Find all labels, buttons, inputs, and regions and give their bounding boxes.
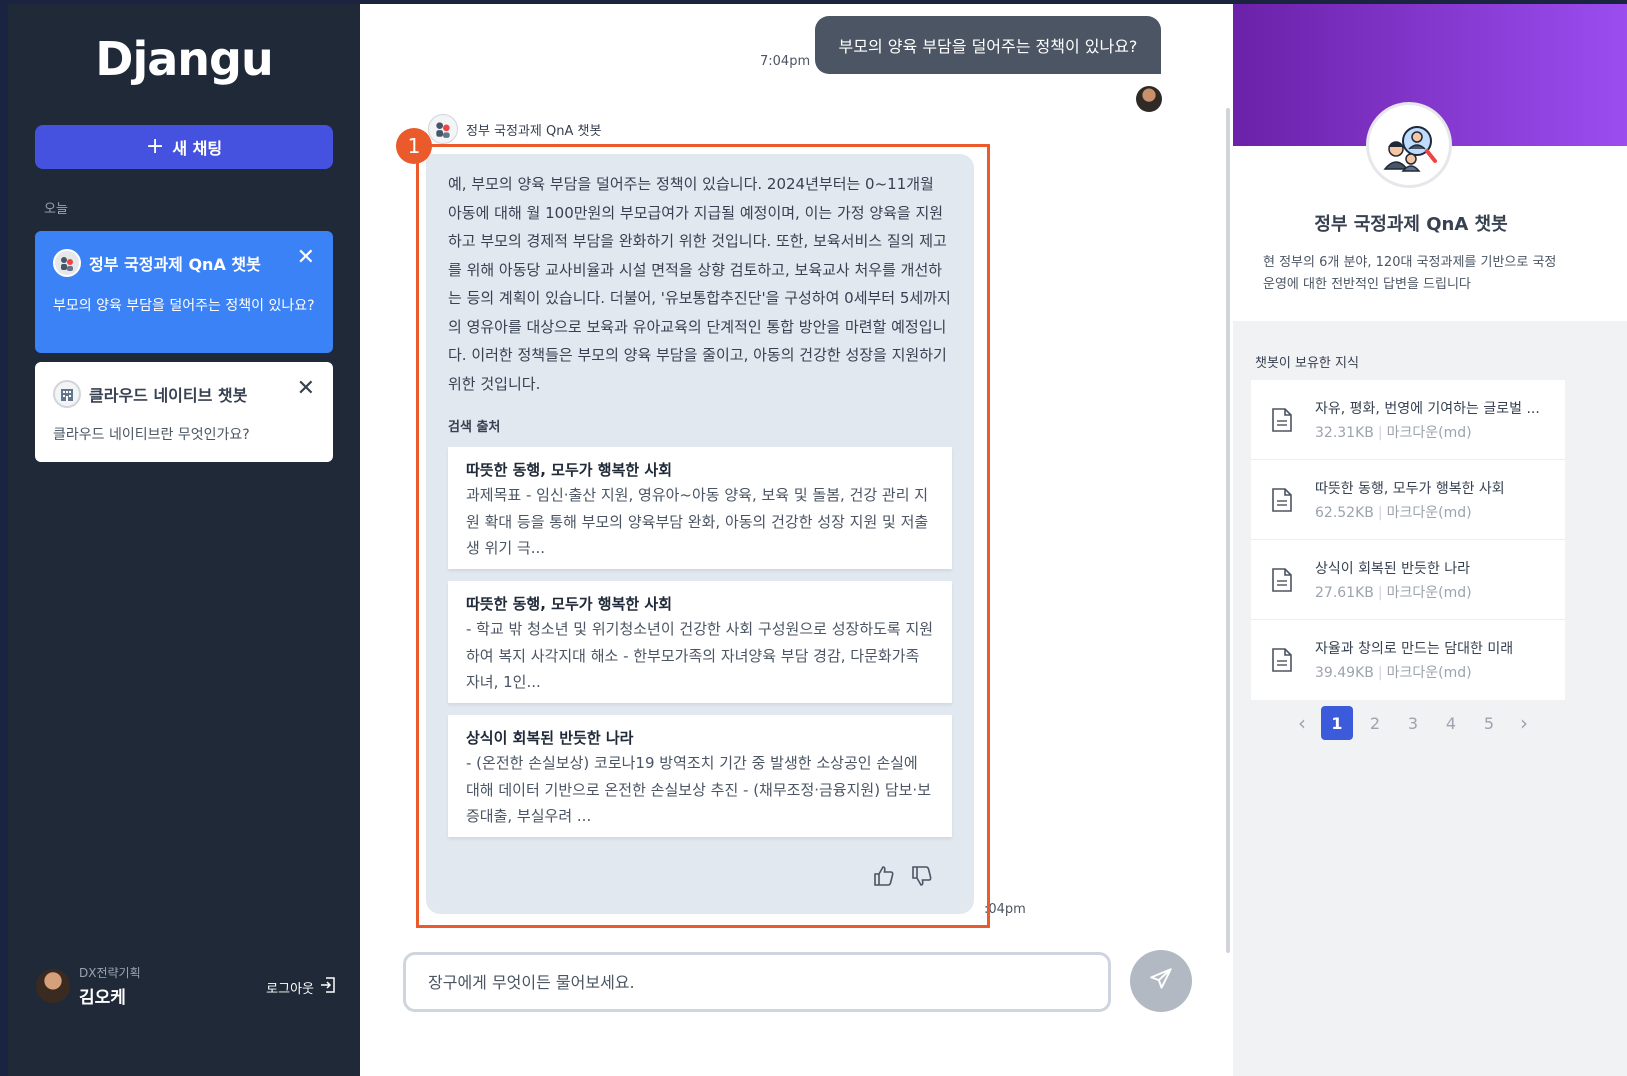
section-today-label: 오늘 xyxy=(44,202,68,217)
chat-item[interactable]: 클라우드 네이티브 챗봇 ✕ 클라우드 네이티브란 무엇인가요? xyxy=(35,362,333,462)
message-time: 7:04pm xyxy=(760,54,811,69)
knowledge-file-item[interactable]: 상식이 회복된 반듯한 나라 27.61KB | 마크다운(md) xyxy=(1251,540,1565,620)
source-card[interactable]: 상식이 회복된 반듯한 나라 - (온전한 손실보상) 코로나19 방역조치 기… xyxy=(448,715,952,837)
page-button[interactable]: 1 xyxy=(1321,706,1353,740)
bot-info-panel: 정부 국정과제 QnA 챗봇 현 정부의 6개 분야, 120대 국정과제를 기… xyxy=(1233,4,1627,1076)
source-title: 따뜻한 동행, 모두가 행복한 사회 xyxy=(466,595,672,613)
user-message: 부모의 양육 부담을 덜어주는 정책이 있나요? xyxy=(815,16,1161,74)
bot-avatar-icon xyxy=(428,114,458,144)
knowledge-list: 자유, 평화, 번영에 기여하는 글로벌 ... 32.31KB | 마크다운(md… xyxy=(1251,380,1565,700)
knowledge-file-item[interactable]: 자율과 창의로 만드는 담대한 미래 39.49KB | 마크다운(md) xyxy=(1251,620,1565,700)
document-icon xyxy=(1272,648,1292,672)
source-title: 따뜻한 동행, 모두가 행복한 사회 xyxy=(466,461,672,479)
knowledge-file-item[interactable]: 자유, 평화, 번영에 기여하는 글로벌 ... 32.31KB | 마크다운(md… xyxy=(1251,380,1565,460)
file-name: 상식이 회복된 반듯한 나라 xyxy=(1315,560,1471,577)
send-button[interactable] xyxy=(1130,950,1192,1012)
chat-item-active[interactable]: 정부 국정과제 QnA 챗봇 ✕ 부모의 양육 부담을 덜어주는 정책이 있나요… xyxy=(35,231,333,353)
bot-header: 정부 국정과제 QnA 챗봇 xyxy=(428,114,601,144)
bot-description: 현 정부의 6개 분야, 120대 국정과제를 기반으로 국정 운영에 대한 전… xyxy=(1263,255,1557,292)
avatar xyxy=(1136,86,1162,112)
annotation-badge: 1 xyxy=(396,128,432,164)
user-profile: DX전략기획 김오케 로그아웃 xyxy=(36,964,336,1008)
knowledge-label: 챗봇이 보유한 지식 xyxy=(1255,356,1359,371)
logout-label: 로그아웃 xyxy=(266,981,314,997)
chevron-left-icon[interactable]: ‹ xyxy=(1289,711,1315,735)
send-icon xyxy=(1148,966,1174,996)
plus-icon: + xyxy=(145,134,165,159)
app-logo: Djangu xyxy=(95,32,273,86)
close-icon[interactable]: ✕ xyxy=(297,247,315,269)
close-icon[interactable]: ✕ xyxy=(297,378,315,400)
file-type: 마크다운(md) xyxy=(1386,584,1472,601)
chevron-right-icon[interactable]: › xyxy=(1511,711,1537,735)
file-type: 마크다운(md) xyxy=(1386,424,1472,441)
feedback-buttons xyxy=(872,864,934,892)
avatar xyxy=(36,969,70,1003)
source-card[interactable]: 따뜻한 동행, 모두가 행복한 사회 과제목표 - 임신·출산 지원, 영유아~… xyxy=(448,447,952,569)
file-size: 27.61KB xyxy=(1315,584,1374,601)
page-button[interactable]: 2 xyxy=(1359,706,1391,740)
message-input-box[interactable] xyxy=(403,952,1111,1012)
file-size: 32.31KB xyxy=(1315,424,1374,441)
chat-item-preview: 클라우드 네이티브란 무엇인가요? xyxy=(53,427,250,443)
source-title: 상식이 회복된 반듯한 나라 xyxy=(466,729,634,747)
pagination: ‹ 1 2 3 4 5 › xyxy=(1289,706,1537,740)
document-icon xyxy=(1272,487,1292,512)
bot-avatar-icon xyxy=(53,249,81,277)
message-input[interactable] xyxy=(428,972,1086,992)
thumbs-up-icon[interactable] xyxy=(872,864,896,892)
source-card[interactable]: 따뜻한 동행, 모두가 행복한 사회 - 학교 밖 청소년 및 위기청소년이 건… xyxy=(448,581,952,703)
sidebar: Djangu + 새 채팅 오늘 정부 국정과제 QnA 챗봇 ✕ 부모의 양육… xyxy=(8,4,360,1076)
file-type: 마크다운(md) xyxy=(1386,504,1472,521)
new-chat-label: 새 채팅 xyxy=(172,139,223,158)
page-button[interactable]: 4 xyxy=(1435,706,1467,740)
app-frame: Djangu + 새 채팅 오늘 정부 국정과제 QnA 챗봇 ✕ 부모의 양육… xyxy=(8,4,1627,1076)
source-text: 과제목표 - 임신·출산 지원, 영유아~아동 양육, 보육 및 돌봄, 건강 … xyxy=(466,486,929,557)
message-time: :04pm xyxy=(984,902,1026,917)
sources-label: 검색 출처 xyxy=(448,420,501,435)
bot-message: 예, 부모의 양육 부담을 덜어주는 정책이 있습니다. 2024년부터는 0~… xyxy=(426,154,974,914)
page-button[interactable]: 5 xyxy=(1473,706,1505,740)
bot-avatar-icon xyxy=(1366,102,1452,188)
new-chat-button[interactable]: + 새 채팅 xyxy=(35,125,333,169)
knowledge-file-item[interactable]: 따뜻한 동행, 모두가 행복한 사회 62.52KB | 마크다운(md) xyxy=(1251,460,1565,540)
file-name: 자유, 평화, 번영에 기여하는 글로벌 ... xyxy=(1315,400,1540,417)
scrollbar[interactable] xyxy=(1226,108,1230,953)
chat-item-preview: 부모의 양육 부담을 덜어주는 정책이 있나요? xyxy=(53,298,315,314)
document-icon xyxy=(1272,567,1292,592)
building-icon xyxy=(53,380,81,408)
user-name: 김오케 xyxy=(79,988,126,1008)
logout-icon xyxy=(320,976,336,998)
chat-item-title: 정부 국정과제 QnA 챗봇 xyxy=(89,255,261,274)
logout-button[interactable]: 로그아웃 xyxy=(266,976,336,998)
file-name: 자율과 창의로 만드는 담대한 미래 xyxy=(1315,641,1514,657)
chat-area: 7:04pm 부모의 양육 부담을 덜어주는 정책이 있나요? 정부 국정과제 … xyxy=(360,4,1230,1076)
page-button[interactable]: 3 xyxy=(1397,706,1429,740)
file-name: 따뜻한 동행, 모두가 행복한 사회 xyxy=(1315,480,1505,497)
file-size: 39.49KB xyxy=(1315,665,1374,681)
file-size: 62.52KB xyxy=(1315,504,1374,521)
document-icon xyxy=(1272,407,1292,432)
file-type: 마크다운(md) xyxy=(1386,665,1472,681)
user-dept: DX전략기획 xyxy=(79,966,141,980)
source-text: - (온전한 손실보상) 코로나19 방역조치 기간 중 발생한 소상공인 손실… xyxy=(466,754,932,825)
chat-item-title: 클라우드 네이티브 챗봇 xyxy=(89,386,248,405)
bot-answer-text: 예, 부모의 양육 부담을 덜어주는 정책이 있습니다. 2024년부터는 0~… xyxy=(448,175,951,393)
bot-name: 정부 국정과제 QnA 챗봇 xyxy=(466,123,602,139)
thumbs-down-icon[interactable] xyxy=(910,864,934,892)
source-text: - 학교 밖 청소년 및 위기청소년이 건강한 사회 구성원으로 성장하도록 지… xyxy=(466,620,934,691)
bot-title: 정부 국정과제 QnA 챗봇 xyxy=(1314,214,1508,235)
